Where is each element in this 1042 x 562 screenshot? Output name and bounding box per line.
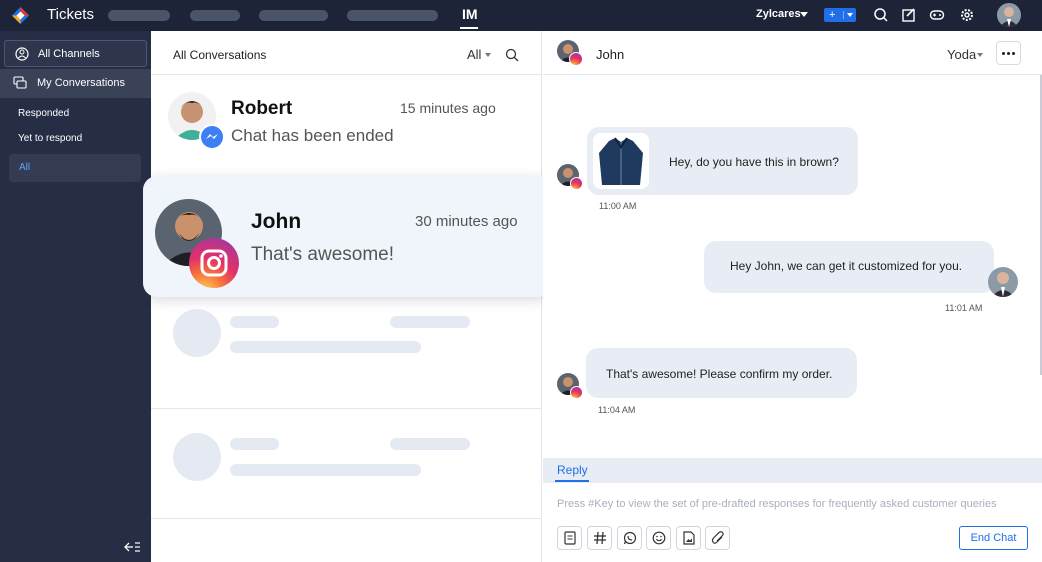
- compose-icon[interactable]: [901, 7, 917, 23]
- sidebar-subitem-label: All: [19, 162, 31, 173]
- conversations-icon: [13, 76, 27, 89]
- jacket-image[interactable]: [593, 133, 649, 189]
- sidebar-subitem-responded[interactable]: Responded: [18, 108, 69, 119]
- placeholder-avatar: [173, 309, 221, 357]
- messenger-icon: [199, 124, 225, 150]
- assignee-dropdown[interactable]: Yoda: [947, 47, 976, 62]
- search-icon[interactable]: [505, 48, 519, 62]
- template-icon: [564, 531, 576, 545]
- message-time: 11:00 AM: [599, 201, 637, 211]
- more-dot: [1007, 52, 1010, 55]
- message-bubble-incoming: That's awesome! Please confirm my order.: [586, 348, 857, 398]
- tab-im[interactable]: IM: [462, 6, 478, 22]
- sidebar-subitem-all[interactable]: All: [9, 154, 141, 182]
- whatsapp-button[interactable]: [617, 526, 642, 550]
- conversation-time: 30 minutes ago: [415, 213, 518, 230]
- agent-avatar: [988, 267, 1018, 297]
- chat-header: John Yoda: [543, 31, 1042, 75]
- instagram-icon: [570, 177, 583, 190]
- hashtag-button[interactable]: [587, 526, 612, 550]
- instagram-icon: [570, 386, 583, 399]
- image-upload-button[interactable]: [676, 526, 701, 550]
- gear-icon[interactable]: [959, 7, 975, 23]
- placeholder-line: [230, 438, 279, 450]
- collapse-sidebar-icon[interactable]: [123, 541, 141, 553]
- conversation-item-selected[interactable]: John 30 minutes ago That's awesome!: [143, 176, 552, 297]
- placeholder-line: [230, 464, 421, 476]
- channels-icon: [15, 47, 29, 61]
- active-tab-indicator: [555, 480, 589, 482]
- top-navigation-bar: Tickets IM Zylcares +: [0, 0, 1042, 31]
- message-text: Hey John, we can get it customized for y…: [730, 259, 963, 273]
- chevron-down-icon[interactable]: [485, 53, 491, 57]
- organization-switcher[interactable]: Zylcares: [756, 8, 801, 20]
- instagram-icon: [569, 52, 583, 66]
- image-icon: [683, 531, 695, 545]
- instagram-icon: [189, 238, 239, 288]
- hashtag-icon: [594, 531, 606, 545]
- add-new-button[interactable]: +: [824, 8, 856, 22]
- placeholder-line: [230, 341, 421, 353]
- app-logo-icon[interactable]: [11, 6, 30, 25]
- nav-tab-placeholder[interactable]: [190, 10, 240, 21]
- chevron-down-icon[interactable]: [977, 53, 983, 57]
- contact-name: John: [251, 210, 302, 233]
- add-label: +: [829, 9, 836, 21]
- whatsapp-icon: [623, 531, 637, 545]
- user-avatar[interactable]: [997, 3, 1021, 27]
- sidebar-item-label: My Conversations: [37, 77, 126, 89]
- chevron-down-icon[interactable]: [800, 12, 808, 17]
- end-chat-button[interactable]: End Chat: [959, 526, 1028, 550]
- emoji-button[interactable]: [646, 526, 671, 550]
- tab-reply[interactable]: Reply: [557, 463, 588, 477]
- message-time: 11:01 AM: [945, 303, 983, 313]
- nav-tab-placeholder[interactable]: [259, 10, 328, 21]
- message-text: Hey, do you have this in brown?: [669, 155, 839, 169]
- sidebar: All Channels My Conversations Responded …: [0, 31, 151, 562]
- placeholder-avatar: [173, 433, 221, 481]
- reply-tab-bar: Reply: [543, 458, 1042, 483]
- emoji-icon: [652, 531, 666, 545]
- nav-tab-placeholder[interactable]: [108, 10, 170, 21]
- loading-placeholder-row: [151, 285, 542, 409]
- placeholder-line: [230, 316, 279, 328]
- more-dot: [1002, 52, 1005, 55]
- divider: [843, 11, 844, 19]
- sidebar-item-label: All Channels: [38, 48, 100, 60]
- active-tab-indicator: [460, 27, 478, 29]
- conversation-time: 15 minutes ago: [400, 100, 496, 116]
- conversation-filter-dropdown[interactable]: All: [467, 47, 481, 62]
- conversation-preview: Chat has been ended: [231, 126, 394, 145]
- message-bubble-outgoing: Hey John, we can get it customized for y…: [704, 241, 994, 293]
- reply-input[interactable]: Press #Key to view the set of pre-drafte…: [557, 498, 997, 510]
- sidebar-item-my-conversations[interactable]: My Conversations: [0, 69, 151, 98]
- game-controller-icon[interactable]: [929, 7, 945, 23]
- message-time: 11:04 AM: [598, 405, 636, 415]
- more-options-button[interactable]: [996, 41, 1021, 65]
- chat-contact-name[interactable]: John: [596, 47, 624, 62]
- attachment-button[interactable]: [705, 526, 730, 550]
- conversation-list-header: All Conversations All: [151, 31, 542, 75]
- chevron-down-icon[interactable]: [847, 13, 853, 17]
- attachment-icon: [711, 531, 724, 544]
- message-bubble-incoming: Hey, do you have this in brown?: [587, 127, 858, 195]
- message-text: That's awesome! Please confirm my order.: [606, 367, 833, 381]
- chat-panel: John Yoda Hey, do you have this in brown…: [543, 31, 1042, 562]
- placeholder-line: [390, 316, 470, 328]
- conversation-preview: That's awesome!: [251, 244, 395, 265]
- sidebar-item-all-channels[interactable]: All Channels: [4, 40, 147, 67]
- loading-placeholder-row: [151, 395, 542, 519]
- template-button[interactable]: [557, 526, 582, 550]
- contact-name: Robert: [231, 98, 293, 119]
- placeholder-line: [390, 438, 470, 450]
- more-dot: [1012, 52, 1015, 55]
- search-icon[interactable]: [873, 7, 889, 23]
- conversation-list-title: All Conversations: [173, 48, 267, 62]
- sidebar-subitem-yet-to-respond[interactable]: Yet to respond: [18, 133, 82, 144]
- app-title[interactable]: Tickets: [47, 6, 94, 23]
- nav-tab-placeholder[interactable]: [347, 10, 438, 21]
